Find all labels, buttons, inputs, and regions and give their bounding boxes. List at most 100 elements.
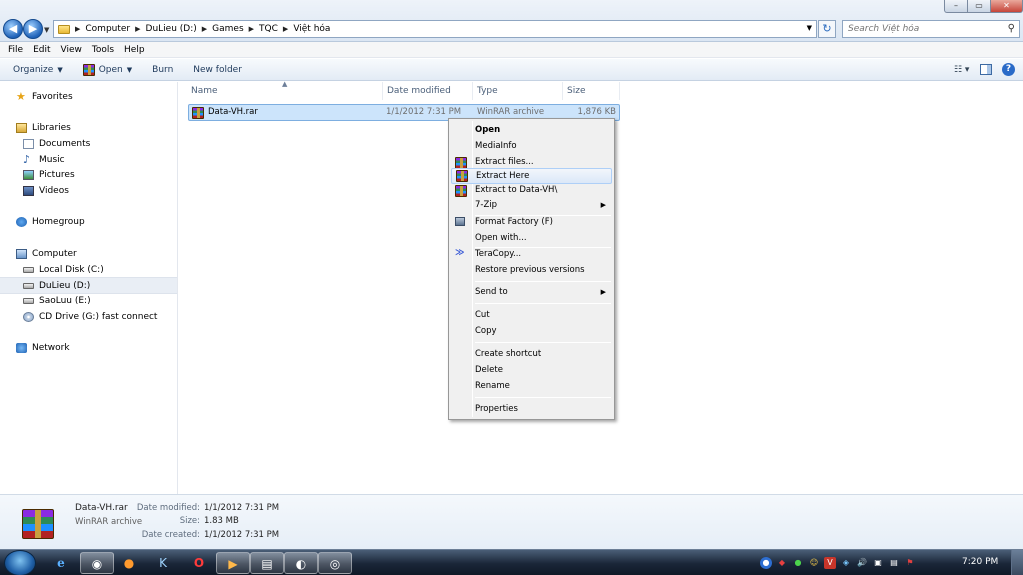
winrar-archive-icon [22, 509, 54, 539]
menu-item-label: Extract files... [475, 157, 534, 167]
tray-app-icon[interactable]: ◆ [776, 557, 788, 569]
context-menu-restore-previous-versions[interactable]: Restore previous versions [451, 262, 612, 278]
sidebar-item-homegroup[interactable]: Homegroup [16, 215, 85, 229]
clock[interactable]: 7:20 PM [962, 557, 998, 567]
breadcrumb-separator-icon[interactable]: ▶ [202, 25, 207, 33]
file-name: Data-VH.rar [208, 107, 258, 117]
firefox-icon[interactable]: ● [112, 552, 146, 574]
sidebar-item-dulieu[interactable]: DuLieu (D:) [0, 277, 177, 294]
picture-icon [23, 170, 34, 180]
details-pane: Data-VH.rar WinRAR archive Date modified… [0, 494, 1023, 549]
context-menu-delete[interactable]: Delete [451, 362, 612, 378]
context-menu-properties[interactable]: Properties [451, 401, 612, 417]
sidebar-item-libraries[interactable]: Libraries [16, 121, 71, 135]
column-header-size[interactable]: Size [564, 82, 620, 100]
menu-tools[interactable]: Tools [92, 45, 114, 55]
context-menu-teracopy[interactable]: ≫ TeraCopy... [451, 246, 612, 262]
breadcrumb-separator-icon[interactable]: ▶ [135, 25, 140, 33]
menu-file[interactable]: File [8, 45, 23, 55]
context-menu-rename[interactable]: Rename [451, 378, 612, 394]
context-menu-send-to[interactable]: Send to ▶ [451, 284, 612, 300]
organize-button[interactable]: Organize ▼ [13, 65, 63, 75]
breadcrumb-computer[interactable]: Computer [85, 24, 130, 34]
column-header-date[interactable]: Date modified [384, 82, 473, 100]
tray-app-icon[interactable]: ▣ [872, 557, 884, 569]
details-size: 1.83 MB [204, 516, 239, 526]
recent-pages-chevron-icon[interactable]: ▼ [44, 26, 49, 34]
media-player-icon[interactable]: ▶ [216, 552, 250, 574]
breadcrumb-separator-icon[interactable]: ▶ [249, 25, 254, 33]
menu-bar: File Edit View Tools Help [0, 42, 1023, 58]
tray-v-icon[interactable]: V [824, 557, 836, 569]
address-bar[interactable]: ▶ Computer ▶ DuLieu (D:) ▶ Games ▶ TQC ▶… [53, 20, 817, 38]
breadcrumb-dulieu[interactable]: DuLieu (D:) [146, 24, 197, 34]
volume-icon[interactable]: 🔊 [856, 557, 868, 569]
maximize-button[interactable]: ▭ [967, 0, 991, 13]
context-menu-cut[interactable]: Cut [451, 307, 612, 323]
sidebar-item-videos[interactable]: Videos [23, 184, 69, 198]
menu-help[interactable]: Help [124, 45, 145, 55]
search-box[interactable]: ⚲ [842, 20, 1020, 38]
context-menu-7zip[interactable]: 7-Zip ▶ [451, 197, 612, 213]
open-button[interactable]: Open ▼ [82, 63, 132, 76]
column-header-type[interactable]: Type [474, 82, 563, 100]
task-app-icon[interactable]: ◐ [284, 552, 318, 574]
minimize-button[interactable]: – [944, 0, 968, 13]
menu-edit[interactable]: Edit [33, 45, 50, 55]
breadcrumb-separator-icon[interactable]: ▶ [283, 25, 288, 33]
breadcrumb-games[interactable]: Games [212, 24, 243, 34]
new-folder-button[interactable]: New folder [193, 65, 242, 75]
sidebar-item-documents[interactable]: Documents [23, 137, 90, 151]
breadcrumb-viet-hoa[interactable]: Việt hóa [293, 24, 330, 34]
context-menu-format-factory[interactable]: Format Factory (F) [451, 214, 612, 230]
search-input[interactable] [843, 21, 993, 37]
tray-app-icon[interactable]: ☺ [808, 557, 820, 569]
show-desktop-button[interactable] [1011, 550, 1023, 575]
tray-flag-icon[interactable]: ⚑ [904, 557, 916, 569]
context-menu-open[interactable]: Open [451, 122, 612, 138]
tray-app-icon[interactable]: ● [760, 557, 772, 569]
sidebar-item-local-disk[interactable]: Local Disk (C:) [23, 263, 104, 277]
menu-separator [475, 281, 611, 282]
preview-pane-icon[interactable] [980, 64, 992, 75]
sidebar-item-saoluu[interactable]: SaoLuu (E:) [23, 294, 91, 308]
address-dropdown-icon[interactable]: ▼ [807, 24, 812, 32]
change-view-icon[interactable]: ☷ ▾ [954, 64, 970, 76]
sidebar-item-music[interactable]: ♪ Music [23, 153, 65, 167]
sidebar-item-cd-drive[interactable]: CD Drive (G:) fast connect [23, 310, 157, 324]
app-k-icon[interactable]: K [146, 552, 180, 574]
breadcrumb-separator-icon[interactable]: ▶ [75, 25, 80, 33]
sidebar-item-computer[interactable]: Computer [16, 247, 77, 261]
sidebar-item-network[interactable]: Network [16, 341, 70, 355]
refresh-icon[interactable]: ↻ [818, 20, 836, 38]
close-button[interactable]: ✕ [990, 0, 1023, 13]
task-app-icon[interactable]: ◎ [318, 552, 352, 574]
start-button[interactable] [4, 550, 36, 575]
sidebar-item-pictures[interactable]: Pictures [23, 168, 75, 182]
tray-app-icon[interactable]: ◈ [840, 557, 852, 569]
opera-icon[interactable]: O [182, 552, 216, 574]
sidebar-item-favorites[interactable]: ★ Favorites [16, 90, 73, 104]
breadcrumb-tqc[interactable]: TQC [259, 24, 278, 34]
network-icon[interactable]: ▤ [888, 557, 900, 569]
menu-view[interactable]: View [61, 45, 82, 55]
sidebar-item-label: Pictures [39, 170, 75, 180]
chrome-icon[interactable]: ◉ [80, 552, 114, 574]
navigation-pane: ★ Favorites Libraries Documents ♪ Music … [0, 82, 178, 494]
context-menu-create-shortcut[interactable]: Create shortcut [451, 346, 612, 362]
organize-label: Organize [13, 64, 54, 75]
forward-arrow-icon[interactable]: ▶ [23, 19, 43, 39]
internet-explorer-icon[interactable]: e [44, 552, 78, 574]
back-arrow-icon[interactable]: ◀ [3, 19, 23, 39]
explorer-icon[interactable]: ▤ [250, 552, 284, 574]
tray-app-icon[interactable]: ● [792, 557, 804, 569]
burn-button[interactable]: Burn [152, 65, 173, 75]
context-menu-extract-to[interactable]: Extract to Data-VH\ [451, 182, 612, 198]
context-menu-mediainfo[interactable]: MediaInfo [451, 138, 612, 154]
context-menu-open-with[interactable]: Open with... [451, 230, 612, 246]
help-icon[interactable]: ? [1002, 63, 1015, 76]
context-menu-copy[interactable]: Copy [451, 323, 612, 339]
sidebar-item-label: Favorites [32, 92, 73, 102]
search-icon[interactable]: ⚲ [1008, 23, 1015, 34]
winrar-icon [455, 185, 467, 197]
